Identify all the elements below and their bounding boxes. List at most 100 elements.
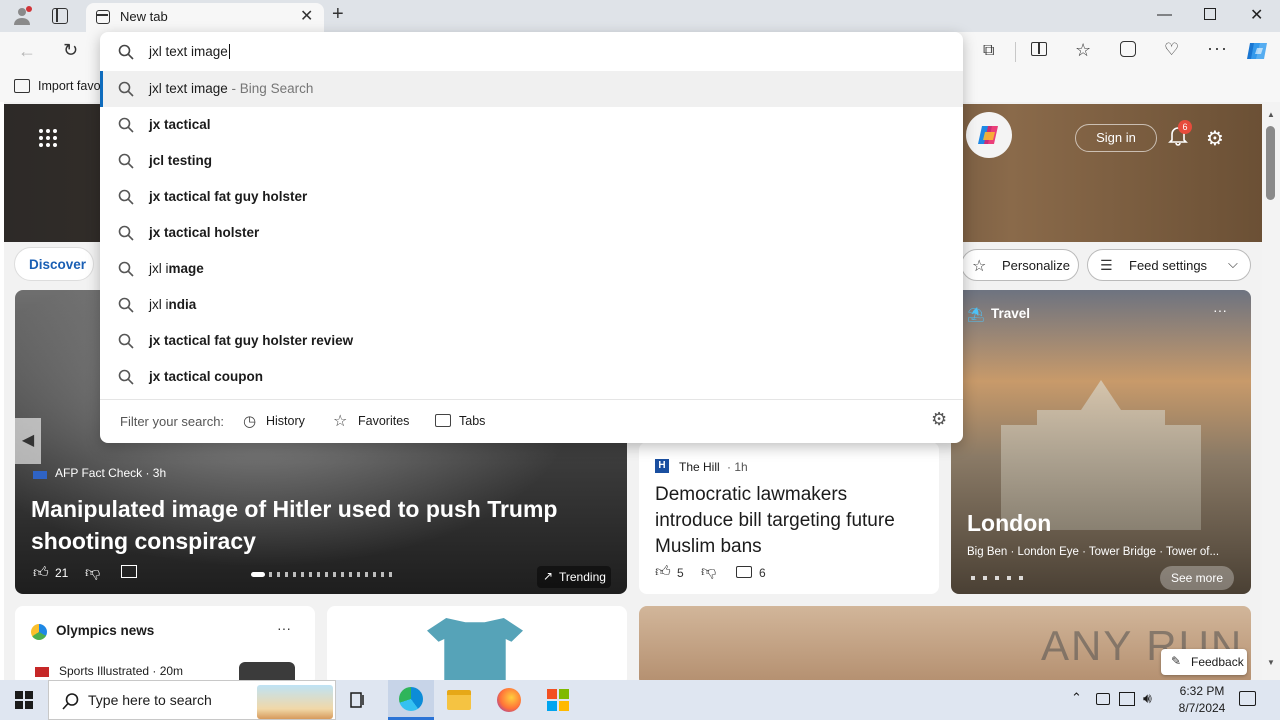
notification-count-badge: 6	[1178, 120, 1192, 134]
hide-story-icon[interactable]	[121, 565, 137, 578]
dislike-icon[interactable]: 👎︎	[85, 564, 100, 582]
page-scrollbar[interactable]: ▲ ▼	[1262, 102, 1280, 680]
copilot-round-button[interactable]	[966, 112, 1012, 158]
start-windows-icon[interactable]	[15, 691, 33, 709]
carousel-prev-button[interactable]: ◀	[15, 418, 41, 464]
filter-history-label: History	[266, 414, 305, 428]
settings-gear-icon[interactable]: ⚙	[1206, 126, 1224, 151]
browser-essentials-icon[interactable]: ♡	[1164, 40, 1179, 60]
close-window-icon[interactable]: ✕	[1250, 5, 1263, 25]
favorites-star-icon: ☆	[333, 413, 348, 430]
restore-icon[interactable]	[1204, 8, 1216, 20]
task-view-icon[interactable]	[350, 691, 368, 709]
network-icon[interactable]	[1119, 692, 1135, 706]
suggestion-item[interactable]: jx tactical coupon	[100, 359, 963, 395]
suggestion-item[interactable]: jxl image	[100, 251, 963, 287]
travel-card[interactable]: ⛱ Travel ··· London Big Ben · London Eye…	[951, 290, 1251, 594]
profile-icon[interactable]	[12, 6, 32, 26]
personalize-button[interactable]: ☆ Personalize	[961, 249, 1079, 281]
suggestion-item[interactable]: jxl india	[100, 287, 963, 323]
address-input[interactable]: jxl text image	[149, 44, 230, 59]
search-filter-bar: Filter your search: ◷ History ☆ Favorite…	[100, 399, 963, 443]
new-tab-button[interactable]: +	[332, 3, 344, 26]
suggestion-item[interactable]: jx tactical holster	[100, 215, 963, 251]
suggestion-item[interactable]: jcl testing	[100, 143, 963, 179]
suggestion-completion: jx tactical coupon	[149, 369, 264, 384]
scroll-down-arrow[interactable]: ▼	[1267, 658, 1275, 667]
tab-new-tab[interactable]: New tab ✕	[86, 3, 324, 32]
filter-history-button[interactable]: ◷ History	[243, 410, 313, 434]
like-icon[interactable]: 👍︎	[655, 563, 671, 581]
search-settings-gear-icon[interactable]: ⚙	[931, 409, 947, 430]
suggestion-text: jx tactical	[149, 117, 211, 132]
extensions-icon[interactable]: ⧉	[983, 42, 994, 60]
search-icon	[118, 44, 134, 60]
suggestion-completion: jx tactical	[149, 117, 211, 132]
hill-news-card[interactable]: H The Hill · 1h Democratic lawmakers int…	[639, 442, 939, 594]
battery-icon[interactable]	[1096, 693, 1110, 705]
show-hidden-icons-chevron[interactable]: ⌃	[1071, 690, 1082, 706]
apps-launcher-icon[interactable]	[38, 128, 58, 148]
collections-icon[interactable]	[1120, 41, 1136, 57]
sign-in-button[interactable]: Sign in	[1075, 124, 1157, 152]
split-screen-icon[interactable]	[1031, 42, 1047, 56]
carousel-dots[interactable]	[251, 572, 393, 578]
more-options-icon[interactable]: ···	[277, 620, 291, 636]
scroll-up-arrow[interactable]: ▲	[1267, 110, 1275, 119]
see-more-button[interactable]: See more	[1160, 566, 1234, 590]
sports-illustrated-logo	[35, 667, 49, 677]
suggestion-completion: jx tactical fat guy holster review	[149, 333, 354, 348]
hero-like-count: 21	[55, 566, 69, 580]
search-icon	[118, 117, 134, 133]
import-favorites-link[interactable]: Import favo	[38, 79, 101, 93]
travel-icon: ⛱	[967, 306, 985, 322]
shopping-card[interactable]	[327, 606, 627, 680]
travel-label: Travel	[991, 306, 1031, 321]
file-explorer-icon[interactable]	[447, 690, 471, 710]
edge-taskbar-button[interactable]	[388, 680, 434, 720]
feed-settings-sliders-icon: ☰	[1100, 257, 1113, 273]
suggestion-completion: jcl testing	[149, 153, 213, 168]
copilot-icon[interactable]	[1245, 39, 1269, 63]
refresh-icon[interactable]: ↻	[63, 40, 78, 61]
tab-actions-icon[interactable]	[52, 8, 68, 24]
clock-date[interactable]: 8/7/2024	[1172, 701, 1232, 715]
minimize-icon[interactable]: —	[1157, 6, 1172, 23]
comment-icon[interactable]	[736, 566, 752, 578]
travel-description: Big Ben · London Eye · Tower Bridge · To…	[967, 546, 1220, 558]
suggestion-item[interactable]: jx tactical fat guy holster	[100, 179, 963, 215]
dislike-icon[interactable]: 👎︎	[701, 563, 716, 581]
back-arrow-icon[interactable]: ←	[18, 41, 36, 62]
address-input-row[interactable]: jxl text image	[100, 33, 963, 71]
suggestion-item[interactable]: jx tactical	[100, 107, 963, 143]
chevron-down-icon: ⌵	[1228, 256, 1238, 271]
suggestion-bing-search[interactable]: jxl text image - Bing Search	[100, 71, 963, 107]
hill-headline[interactable]: Democratic lawmakers introduce bill targ…	[655, 482, 925, 560]
firefox-icon[interactable]	[497, 688, 521, 712]
store-app-icon[interactable]	[546, 688, 570, 712]
search-icon	[118, 369, 134, 385]
portrait-news-card[interactable]: ANY RUN ✎ Feedback	[639, 606, 1251, 680]
travel-dots[interactable]	[971, 576, 1023, 580]
olympics-card[interactable]: Olympics news ··· Sports Illustrated · 2…	[15, 606, 315, 680]
suggestion-text: jx tactical fat guy holster	[149, 189, 307, 204]
volume-icon[interactable]: 🔊︎	[1143, 690, 1152, 707]
hero-headline[interactable]: Manipulated image of Hitler used to push…	[31, 493, 611, 557]
scrollbar-thumb[interactable]	[1266, 126, 1275, 200]
travel-title[interactable]: London	[967, 510, 1051, 537]
taskbar-search-box[interactable]: Type here to search	[48, 680, 336, 720]
discover-tab[interactable]: Discover	[14, 247, 94, 281]
filter-favorites-button[interactable]: ☆ Favorites	[333, 410, 413, 434]
clock-time[interactable]: 6:32 PM	[1172, 684, 1232, 698]
notification-center-icon[interactable]	[1239, 691, 1256, 706]
feedback-icon: ✎	[1171, 654, 1182, 668]
close-tab-icon[interactable]: ✕	[300, 6, 313, 26]
feedback-button[interactable]: ✎ Feedback	[1161, 649, 1247, 675]
suggestion-item[interactable]: jx tactical fat guy holster review	[100, 323, 963, 359]
more-menu-icon[interactable]: ···	[1207, 38, 1228, 59]
favorites-star-icon[interactable]: ☆	[1075, 40, 1091, 61]
feed-settings-button[interactable]: ☰ Feed settings ⌵	[1087, 249, 1251, 281]
filter-tabs-button[interactable]: Tabs	[435, 410, 495, 434]
more-options-icon[interactable]: ···	[1213, 302, 1227, 318]
like-icon[interactable]: 👍︎	[33, 564, 49, 582]
